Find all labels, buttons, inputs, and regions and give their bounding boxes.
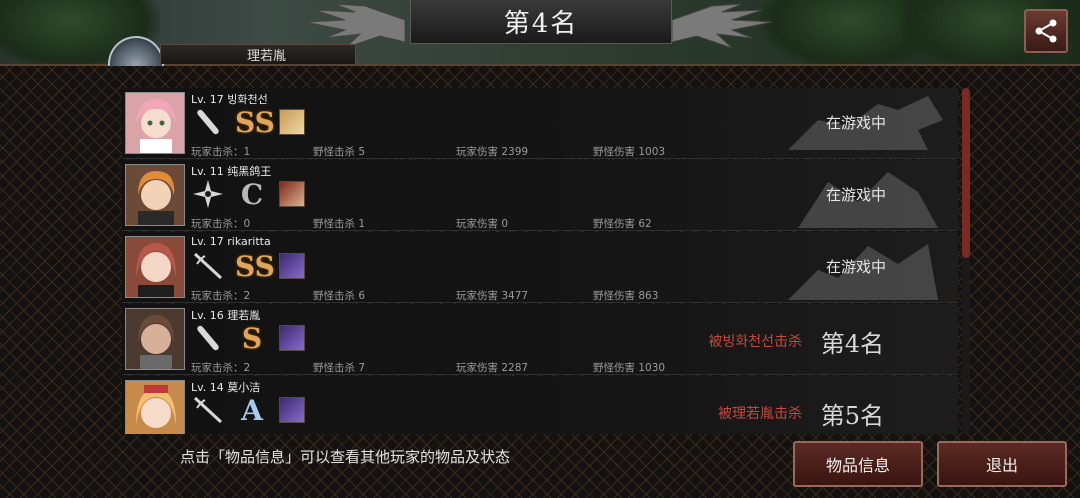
player-damage: 玩家伤害 0 xyxy=(456,218,509,230)
player-row[interactable]: Lv. 16 理若胤 S 玩家击杀：2 野怪击杀 7 玩家伤害 2287 野怪伤… xyxy=(122,304,958,375)
scroll-thumb[interactable] xyxy=(962,88,970,258)
player-row[interactable]: Lv. 11 纯黑鸽王 C 玩家击杀：0 野怪击杀 1 玩家伤害 0 野怪伤害 … xyxy=(122,160,958,231)
avatar xyxy=(125,92,185,154)
grade-badge: C xyxy=(240,177,264,211)
player-kills: 玩家击杀：0 xyxy=(191,218,251,230)
shuriken-icon xyxy=(193,180,223,208)
avatar xyxy=(125,380,185,434)
monster-kills: 野怪击杀 7 xyxy=(313,362,366,374)
monster-kills: 野怪击杀 1 xyxy=(313,218,366,230)
monster-damage: 野怪伤害 863 xyxy=(593,290,659,302)
share-icon xyxy=(1035,19,1057,43)
grade-badge: SS xyxy=(235,249,275,283)
rapier-icon xyxy=(193,252,223,280)
bat-icon xyxy=(197,109,219,135)
item-slot[interactable] xyxy=(279,325,305,351)
player-kills: 玩家击杀：1 xyxy=(191,146,251,158)
player-row[interactable]: Lv. 17 빙화천선 SS 玩家击杀：1 野怪击杀 5 玩家伤害 2399 野… xyxy=(122,88,958,159)
right-wing-icon xyxy=(672,3,772,49)
player-damage: 玩家伤害 3477 xyxy=(456,290,529,302)
player-damage: 玩家伤害 2287 xyxy=(456,362,529,374)
player-damage: 玩家伤害 2399 xyxy=(456,146,529,158)
killed-by-label: 被理若胤击杀 xyxy=(718,406,802,422)
player-row[interactable]: Lv. 17 rikaritta SS 玩家击杀：2 野怪击杀 6 玩家伤害 3… xyxy=(122,232,958,303)
monster-damage: 野怪伤害 62 xyxy=(593,218,652,230)
page-title: 第4名 xyxy=(503,9,579,39)
player-name-tag: 理若胤 xyxy=(160,44,356,64)
killed-by-label: 被빙화천선击杀 xyxy=(708,334,802,350)
status-label: 在游戏中 xyxy=(825,258,886,276)
rapier-icon xyxy=(193,396,223,424)
rank-label: 第5名 xyxy=(820,402,884,430)
list-scrollbar[interactable] xyxy=(962,88,970,434)
grade-badge: A xyxy=(241,393,263,427)
item-slot[interactable] xyxy=(279,253,305,279)
player-tag-label: 理若胤 xyxy=(247,49,287,64)
title-banner: 第4名 xyxy=(410,0,672,44)
player-kills: 玩家击杀：2 xyxy=(191,290,251,302)
player-kills: 玩家击杀：2 xyxy=(191,362,251,374)
avatar xyxy=(125,308,185,370)
item-slot[interactable] xyxy=(279,397,305,423)
hint-text: 点击「物品信息」可以查看其他玩家的物品及状态 xyxy=(180,448,511,466)
exit-button[interactable]: 退出 xyxy=(937,441,1067,487)
monster-damage: 野怪伤害 1003 xyxy=(593,146,666,158)
share-button[interactable] xyxy=(1024,9,1068,53)
avatar xyxy=(125,236,185,298)
grade-badge: S xyxy=(241,321,263,355)
player-level-name: Lv. 17 rikaritta xyxy=(191,235,271,248)
bat-icon xyxy=(197,325,219,351)
player-list[interactable]: Lv. 17 빙화천선 SS 玩家击杀：1 野怪击杀 5 玩家伤害 2399 野… xyxy=(122,88,958,434)
rank-label: 第4名 xyxy=(820,330,884,358)
status-label: 在游戏中 xyxy=(825,114,886,132)
item-info-button[interactable]: 物品信息 xyxy=(793,441,923,487)
item-info-button-label: 物品信息 xyxy=(825,456,890,475)
monster-kills: 野怪击杀 6 xyxy=(313,290,366,302)
exit-button-label: 退出 xyxy=(985,456,1018,475)
grade-badge: SS xyxy=(235,105,275,139)
monster-kills: 野怪击杀 5 xyxy=(313,146,366,158)
item-slot[interactable] xyxy=(279,109,305,135)
status-label: 在游戏中 xyxy=(825,186,886,204)
monster-damage: 野怪伤害 1030 xyxy=(593,362,666,374)
item-slot[interactable] xyxy=(279,181,305,207)
player-row[interactable]: Lv. 14 莫小洁 A 被理若胤击杀 第5名 xyxy=(122,376,958,434)
avatar xyxy=(125,164,185,226)
